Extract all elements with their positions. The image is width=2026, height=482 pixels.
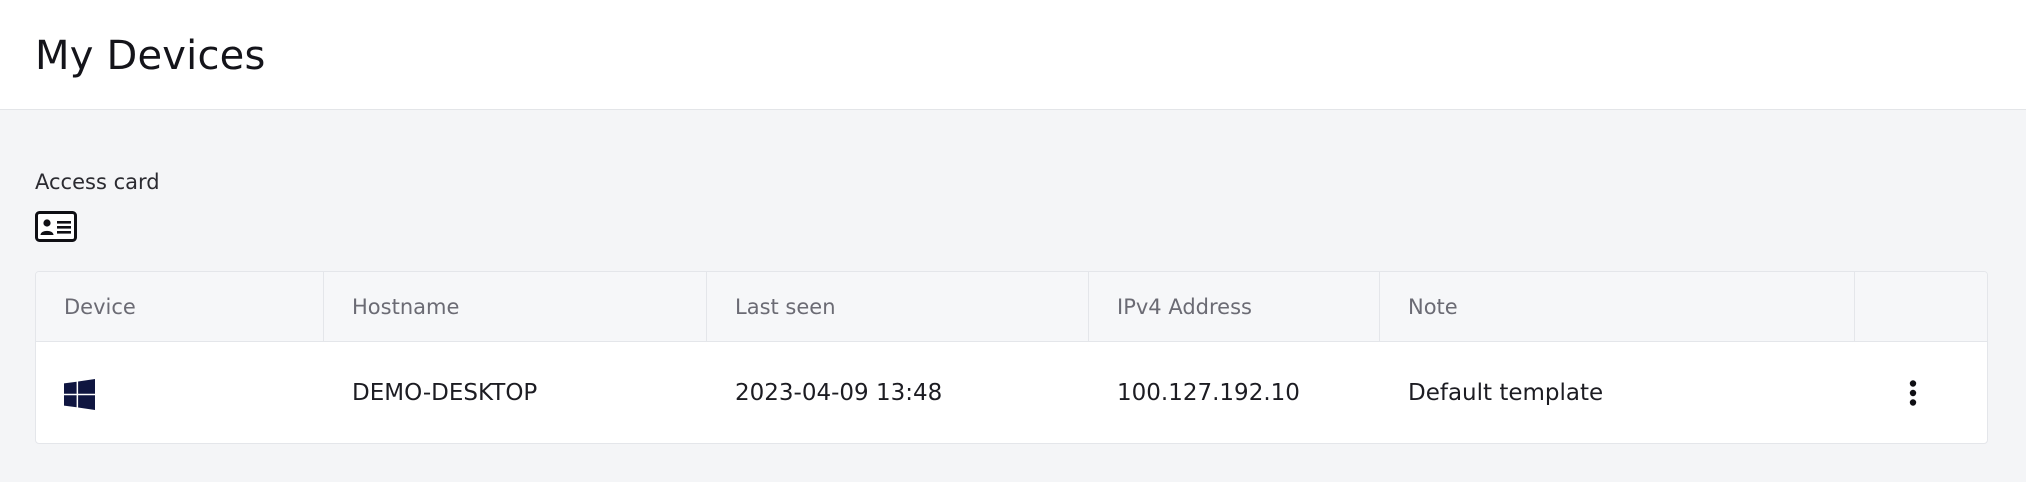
- column-header-last-seen[interactable]: Last seen: [707, 272, 1089, 342]
- id-card-icon[interactable]: [35, 211, 77, 242]
- hostname-cell: DEMO-DESKTOP: [352, 380, 538, 406]
- last-seen-cell: 2023-04-09 13:48: [735, 380, 943, 406]
- kebab-menu-icon[interactable]: [1903, 380, 1923, 406]
- windows-icon: [64, 379, 95, 410]
- column-header-ipv4-address[interactable]: IPv4 Address: [1089, 272, 1380, 342]
- page-title: My Devices: [35, 33, 266, 79]
- column-header-device[interactable]: Device: [36, 272, 324, 342]
- column-header-actions: [1855, 272, 1987, 342]
- access-card-label: Access card: [35, 170, 160, 194]
- page-header: My Devices: [0, 0, 2026, 110]
- devices-table: Device Hostname Last seen IPv4 Address N…: [35, 271, 1988, 444]
- ipv4-address-cell: 100.127.192.10: [1117, 380, 1300, 406]
- table-header-row: Device Hostname Last seen IPv4 Address N…: [36, 272, 1987, 342]
- table-row[interactable]: DEMO-DESKTOP 2023-04-09 13:48 100.127.19…: [36, 342, 1987, 443]
- note-cell: Default template: [1408, 380, 1604, 406]
- column-header-hostname[interactable]: Hostname: [324, 272, 707, 342]
- column-header-note[interactable]: Note: [1380, 272, 1855, 342]
- device-cell: [36, 342, 324, 443]
